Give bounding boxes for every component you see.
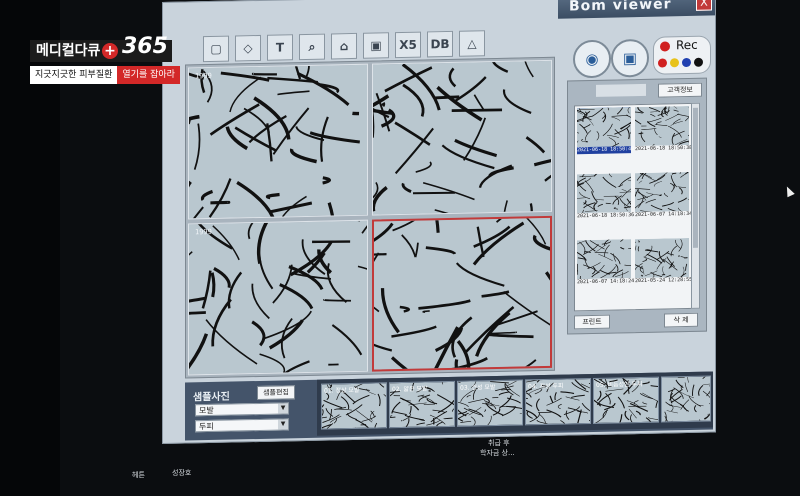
hair-image <box>635 105 689 147</box>
open-folder-icon[interactable]: ⌂ <box>331 32 357 60</box>
bom-viewer-window: Bom viewer X ▢ ◇ T ⌕ ⌂ ▣ X5 DB △ ◉ ▣ Rec… <box>162 0 716 444</box>
thumbnail-item[interactable]: 2021-06-18 18:50:40 <box>577 107 635 156</box>
record-label: Rec <box>676 37 698 53</box>
hair-image <box>577 107 631 148</box>
hair-image <box>635 237 689 279</box>
thumbnail-item[interactable]: 2021-06-07 14:18:24 <box>577 239 635 288</box>
hair-image <box>189 220 367 375</box>
category-select-value: 모발 <box>199 405 214 416</box>
hair-image <box>373 60 551 215</box>
scrollbar-thumb[interactable] <box>693 107 698 248</box>
sample-label: 01. 정상 모발 <box>324 386 360 395</box>
logo-subtitle-2: 열기를 잡아라 <box>117 66 180 84</box>
thumbnail-item[interactable]: 2021-06-18 18:50:36 <box>577 173 635 222</box>
thumbnail-list: 2021-06-18 18:50:40 2021-06-18 18:50:38 … <box>574 102 694 312</box>
delete-button[interactable]: 삭 제 <box>664 312 698 328</box>
blue-swatch[interactable] <box>682 57 691 68</box>
black-swatch[interactable] <box>694 57 703 67</box>
region-select-value: 두피 <box>199 421 214 432</box>
thumbnail-caption: 2021-05-24 12:28:55 <box>635 276 693 285</box>
sample-title: 샘플사진 <box>193 391 230 404</box>
scalp-image-2[interactable] <box>372 59 552 216</box>
toolbar: ▢ ◇ T ⌕ ⌂ ▣ X5 DB △ <box>203 30 485 63</box>
thumbnail-item[interactable]: 2021-06-07 14:18:34 <box>635 171 693 221</box>
category-select[interactable]: 모발 ▼ <box>195 402 289 417</box>
customer-info-button[interactable]: 고객정보 <box>658 82 702 98</box>
camera-icon[interactable]: ◉ <box>573 39 611 79</box>
sample-strip: 01. 정상 모발 02. 얇은 모발 03. 건성 모발 04. 지성 두피 … <box>317 371 713 436</box>
below-text-center-1: 취급 후 <box>488 439 510 447</box>
close-button[interactable]: X <box>696 0 712 11</box>
record-dot-icon <box>660 41 670 52</box>
chevron-down-icon: ▼ <box>278 419 288 430</box>
logo-subtitle: 지긋지긋한 피부질환 열기를 잡아라 <box>30 66 180 84</box>
broadcast-logo: 메디컬다큐 + 365 지긋지긋한 피부질환 열기를 잡아라 <box>30 36 180 84</box>
save-icon[interactable]: ▣ <box>363 32 389 59</box>
sample-label: 05. 비듬성인 두피 <box>596 380 643 389</box>
sample-image[interactable]: 03. 건성 모발 <box>457 379 523 427</box>
capture-icon[interactable]: ▣ <box>611 38 649 78</box>
thumbnail-item[interactable]: 2021-05-24 12:28:55 <box>635 237 693 287</box>
thumbnail-caption: 2021-06-07 14:18:34 <box>635 210 693 219</box>
window-title: Bom viewer <box>569 0 672 15</box>
below-text-left: 헤튼 <box>132 471 145 479</box>
thumbnail-panel: 고객정보 2021-06-18 18:50:40 2021-06-18 18:5… <box>567 77 707 335</box>
select-tool-icon[interactable]: ▢ <box>203 35 229 63</box>
image-viewer: 1999 1999 <box>185 56 555 379</box>
hair-image <box>577 173 631 214</box>
image-stamp: 1999 <box>195 71 212 81</box>
logo-subtitle-1: 지긋지긋한 피부질환 <box>30 66 118 84</box>
hair-image <box>189 64 367 219</box>
database-button[interactable]: DB <box>427 30 453 58</box>
hair-image <box>662 376 710 422</box>
sample-image[interactable]: 01. 정상 모발 <box>321 382 387 430</box>
hair-image <box>374 217 550 370</box>
below-text-mid: 성장호 <box>172 469 192 477</box>
measure-tool-icon[interactable]: △ <box>459 30 485 57</box>
sample-label: 02. 얇은 모발 <box>392 385 428 394</box>
eraser-tool-icon[interactable]: ◇ <box>235 34 261 62</box>
scalp-image-4[interactable] <box>372 215 552 372</box>
zoom-tool-icon[interactable]: ⌕ <box>299 33 325 61</box>
logo-title: 메디컬다큐 + 365 <box>30 36 172 62</box>
yellow-swatch[interactable] <box>670 58 679 68</box>
chevron-down-icon: ▼ <box>278 403 288 414</box>
thumbnail-scrollbar[interactable] <box>691 102 700 309</box>
sample-image[interactable] <box>661 375 711 423</box>
hair-image <box>635 171 689 213</box>
sample-image[interactable]: 04. 지성 두피 <box>525 378 591 426</box>
thumbnail-caption: 2021-06-18 18:50:40 <box>577 146 635 155</box>
hair-image <box>577 239 631 280</box>
customer-name-field <box>596 83 646 97</box>
thumbnail-caption: 2021-06-18 18:50:36 <box>577 212 635 220</box>
sample-section: 샘플사진 샘플편집 모발 ▼ 두피 ▼ 01. 정상 모발 02. 얇은 모발 03… <box>185 371 713 441</box>
record-control[interactable]: Rec <box>653 35 711 75</box>
logo-brand: 메디컬다큐 <box>36 43 101 59</box>
red-swatch[interactable] <box>658 58 667 68</box>
scalp-image-1[interactable]: 1999 <box>188 63 368 220</box>
print-button[interactable]: 프린트 <box>574 314 610 330</box>
thumbnail-caption: 2021-06-07 14:18:24 <box>577 278 635 286</box>
below-text-center-2: 학자금 상... <box>480 449 515 457</box>
sample-edit-button[interactable]: 샘플편집 <box>257 385 295 401</box>
text-tool-icon[interactable]: T <box>267 34 293 61</box>
sample-label: 03. 건성 모발 <box>460 384 496 392</box>
logo-number: 365 <box>122 34 168 59</box>
sample-label: 04. 지성 두피 <box>528 382 564 391</box>
thumbnail-caption: 2021-06-18 18:50:38 <box>635 144 693 153</box>
image-stamp: 1999 <box>195 227 212 237</box>
thumbnail-item[interactable]: 2021-06-18 18:50:38 <box>635 105 693 155</box>
scalp-image-3[interactable]: 1999 <box>188 219 368 376</box>
region-select[interactable]: 두피 ▼ <box>195 418 289 433</box>
medical-cross-icon: + <box>102 43 118 59</box>
magnify-x5-button[interactable]: X5 <box>395 31 421 59</box>
sample-image[interactable]: 02. 얇은 모발 <box>389 380 455 429</box>
sample-image[interactable]: 05. 비듬성인 두피 <box>593 376 659 424</box>
